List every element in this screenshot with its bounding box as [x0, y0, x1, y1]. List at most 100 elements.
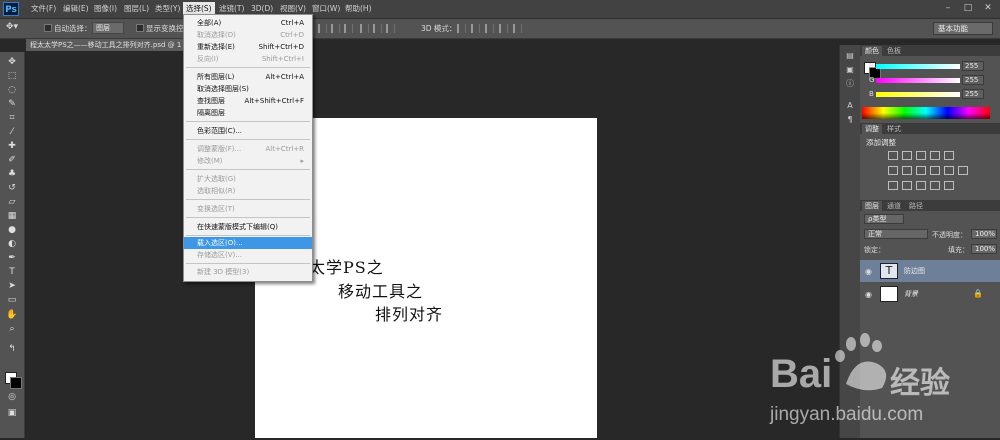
menu-item-find-layers[interactable]: 查找图层 Alt+Shift+Ctrl+F: [184, 95, 312, 107]
dodge-tool-icon[interactable]: ◐: [5, 239, 19, 250]
shape-tool-icon[interactable]: ▭: [5, 295, 19, 306]
swap-colors-icon[interactable]: ↰: [5, 344, 19, 355]
selective-color-icon[interactable]: [944, 181, 954, 190]
red-slider[interactable]: [876, 64, 960, 69]
align-icon[interactable]: [331, 24, 340, 33]
color-spectrum-ramp[interactable]: [862, 107, 990, 119]
screen-mode-icon[interactable]: ▣: [5, 408, 19, 419]
healing-brush-icon[interactable]: ✚: [5, 141, 19, 152]
info-panel-icon[interactable]: ⓘ: [844, 79, 856, 89]
tab-color[interactable]: 颜色: [862, 46, 882, 56]
menu-edit[interactable]: 编辑(E): [60, 3, 92, 15]
document-tab[interactable]: 程太太学PS之——移动工具之排列对齐.psd @ 1: [26, 39, 186, 51]
menu-file[interactable]: 文件(F): [28, 3, 59, 15]
red-value-input[interactable]: 255: [962, 61, 984, 71]
move-tool-icon[interactable]: ✥: [5, 57, 19, 68]
menu-item-deselect[interactable]: 取消选择(D) Ctrl+D: [184, 29, 312, 41]
gradient-map-icon[interactable]: [930, 181, 940, 190]
zoom-tool-icon[interactable]: ⌕: [5, 324, 19, 335]
channel-mixer-icon[interactable]: [944, 166, 954, 175]
menu-item-deselect-layers[interactable]: 取消选择图层(S): [184, 83, 312, 95]
distribute-icon[interactable]: [386, 24, 395, 33]
menu-item-modify[interactable]: 修改(M) ▸: [184, 155, 312, 167]
green-value-input[interactable]: 255: [962, 75, 984, 85]
blur-tool-icon[interactable]: ●: [5, 225, 19, 236]
tab-swatches[interactable]: 色板: [884, 46, 904, 56]
move-tool-icon[interactable]: ✥▾: [6, 22, 18, 32]
hue-saturation-icon[interactable]: [888, 166, 898, 175]
menu-item-transform-selection[interactable]: 变换选区(T): [184, 203, 312, 215]
menu-item-save-selection[interactable]: 存储选区(V)...: [184, 249, 312, 261]
threshold-icon[interactable]: [916, 181, 926, 190]
menu-item-new-3d-model[interactable]: 新建 3D 模型(3): [184, 266, 312, 278]
invert-icon[interactable]: [888, 181, 898, 190]
brush-tool-icon[interactable]: ✐: [5, 155, 19, 166]
tab-paths[interactable]: 路径: [906, 201, 926, 211]
menu-layer[interactable]: 图层(L): [121, 3, 152, 15]
3d-pan-icon[interactable]: [485, 24, 494, 33]
3d-slide-icon[interactable]: [499, 24, 508, 33]
layer-row-background[interactable]: ◉ 背景 🔒: [860, 283, 1000, 305]
menu-item-all-layers[interactable]: 所有图层(L) Alt+Ctrl+A: [184, 71, 312, 83]
color-lookup-icon[interactable]: [958, 166, 968, 175]
3d-rotate-icon[interactable]: [457, 24, 466, 33]
tab-styles[interactable]: 样式: [884, 124, 904, 134]
green-slider[interactable]: [876, 78, 960, 83]
align-icon[interactable]: [318, 24, 327, 33]
history-brush-icon[interactable]: ↺: [5, 183, 19, 194]
menu-item-inverse[interactable]: 反向(I) Shift+Ctrl+I: [184, 53, 312, 65]
auto-select-dropdown[interactable]: 图层: [92, 22, 124, 34]
lasso-tool-icon[interactable]: ◌: [5, 85, 19, 96]
blue-slider[interactable]: [876, 92, 960, 97]
menu-type[interactable]: 类型(Y): [152, 3, 183, 15]
type-tool-icon[interactable]: T: [5, 267, 19, 278]
properties-panel-icon[interactable]: ▣: [844, 65, 856, 75]
visibility-eye-icon[interactable]: ◉: [865, 267, 872, 276]
hand-tool-icon[interactable]: ✋: [5, 310, 19, 321]
maximize-button[interactable]: □: [962, 3, 974, 14]
pen-tool-icon[interactable]: ✒: [5, 253, 19, 264]
menu-item-isolate-layers[interactable]: 隔离图层: [184, 107, 312, 119]
brightness-icon[interactable]: [888, 151, 898, 160]
menu-help[interactable]: 帮助(H): [342, 3, 375, 15]
blend-mode-dropdown[interactable]: 正常: [864, 229, 928, 239]
levels-icon[interactable]: [902, 151, 912, 160]
menu-item-grow[interactable]: 扩大选取(G): [184, 173, 312, 185]
vibrance-icon[interactable]: [944, 151, 954, 160]
align-icon[interactable]: [344, 24, 353, 33]
background-color-swatch[interactable]: [10, 377, 22, 389]
posterize-icon[interactable]: [902, 181, 912, 190]
menu-item-similar[interactable]: 选取相似(R): [184, 185, 312, 197]
photo-filter-icon[interactable]: [930, 166, 940, 175]
marquee-tool-icon[interactable]: ⬚: [5, 71, 19, 82]
color-balance-icon[interactable]: [902, 166, 912, 175]
menu-item-quick-mask[interactable]: 在快速蒙版模式下编辑(Q): [184, 221, 312, 233]
layer-row-text[interactable]: ◉ T 防边图: [860, 260, 1000, 282]
menu-item-reselect[interactable]: 重新选择(E) Shift+Ctrl+D: [184, 41, 312, 53]
menu-item-select-all[interactable]: 全部(A) Ctrl+A: [184, 17, 312, 29]
quick-mask-icon[interactable]: ◎: [5, 392, 19, 403]
fill-input[interactable]: 100%: [971, 244, 997, 254]
history-panel-icon[interactable]: ▤: [844, 51, 856, 61]
eraser-tool-icon[interactable]: ▱: [5, 197, 19, 208]
blue-value-input[interactable]: 255: [962, 89, 984, 99]
crop-tool-icon[interactable]: ⌗: [5, 113, 19, 124]
menu-item-refine-mask[interactable]: 调整蒙版(F)... Alt+Ctrl+R: [184, 143, 312, 155]
opacity-input[interactable]: 100%: [971, 229, 997, 239]
character-panel-icon[interactable]: A: [844, 101, 856, 111]
exposure-icon[interactable]: [930, 151, 940, 160]
menu-image[interactable]: 图像(I): [91, 3, 120, 15]
tab-layers[interactable]: 图层: [862, 201, 882, 211]
path-select-tool-icon[interactable]: ➤: [5, 281, 19, 292]
auto-select-checkbox[interactable]: [44, 24, 52, 32]
visibility-eye-icon[interactable]: ◉: [865, 290, 872, 299]
clone-stamp-icon[interactable]: ♣: [5, 169, 19, 180]
distribute-icon[interactable]: [360, 24, 369, 33]
menu-window[interactable]: 窗口(W): [309, 3, 343, 15]
black-white-icon[interactable]: [916, 166, 926, 175]
gradient-tool-icon[interactable]: ▦: [5, 211, 19, 222]
workspace-dropdown[interactable]: 基本功能: [933, 22, 993, 35]
3d-scale-icon[interactable]: [513, 24, 522, 33]
quick-select-tool-icon[interactable]: ✎: [5, 99, 19, 110]
show-transform-checkbox[interactable]: [136, 24, 144, 32]
